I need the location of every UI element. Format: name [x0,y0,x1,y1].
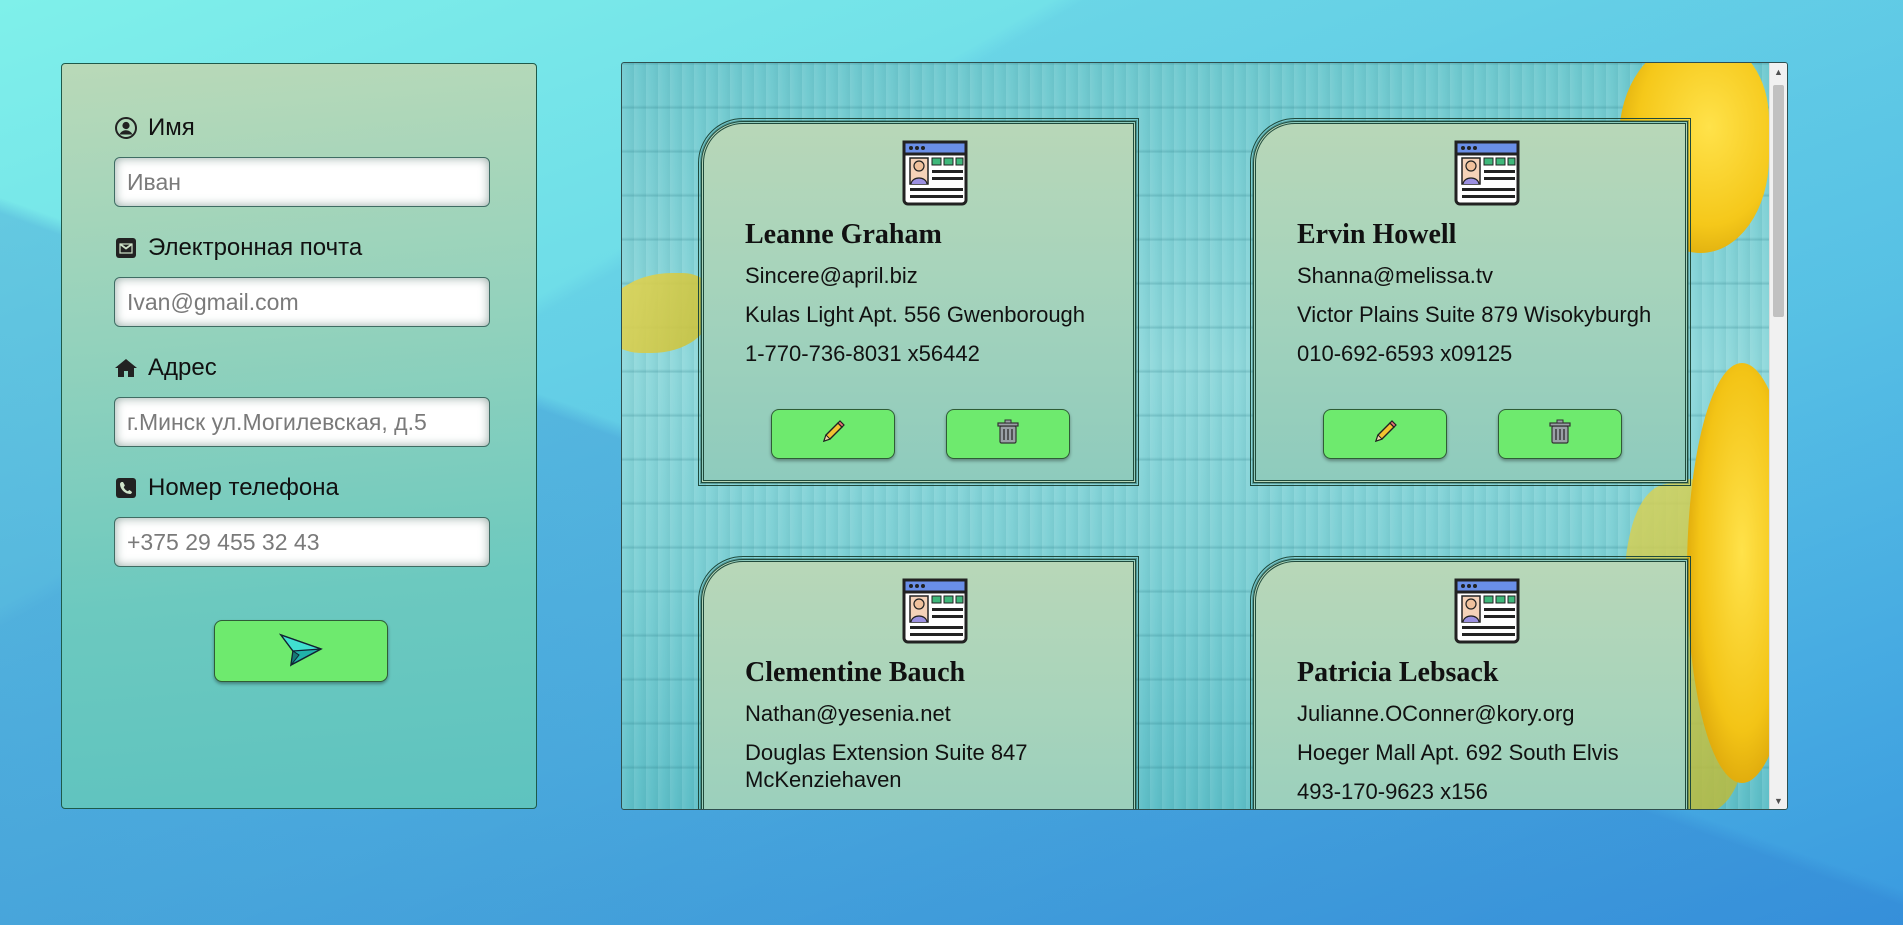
phone-label: Номер телефона [148,474,339,501]
pencil-icon [820,419,846,450]
home-icon [114,356,138,380]
trash-icon [1548,419,1572,450]
contact-email: Julianne.OConner@kory.org [1297,701,1575,726]
contact-card: Clementine Bauch Nathan@yesenia.net Doug… [698,556,1139,809]
scroll-up-arrow-icon[interactable]: ▲ [1770,63,1787,80]
scroll-down-arrow-icon[interactable]: ▼ [1770,792,1787,809]
contact-address: Kulas Light Apt. 556 Gwenborough [745,302,1086,327]
edit-button[interactable] [771,409,895,459]
phone-field-group: Номер телефона [114,471,490,567]
email-label-row: Электронная почта [114,231,490,265]
contact-address: Victor Plains Suite 879 Wisokyburgh [1297,302,1652,327]
phone-input[interactable] [114,517,490,567]
scroll-thumb[interactable] [1773,85,1784,317]
envelope-icon [114,236,138,260]
address-label-row: Адрес [114,351,490,385]
contact-card-icon [902,578,968,644]
contact-card-icon [1454,578,1520,644]
paper-plane-icon [278,629,323,674]
address-input[interactable] [114,397,490,447]
contact-card: Patricia Lebsack Julianne.OConner@kory.o… [1250,556,1691,809]
contact-name: Patricia Lebsack [1297,657,1499,688]
contact-email: Sincere@april.biz [745,263,918,288]
pencil-icon [1372,419,1398,450]
phone-icon [114,476,138,500]
submit-button[interactable] [214,620,388,682]
contact-phone: 1-770-736-8031 x56442 [745,341,980,366]
email-field-group: Электронная почта [114,231,490,327]
name-label: Имя [148,114,195,141]
name-field-group: Имя [114,111,490,207]
contact-form-panel: Имя Электронная почта Адрес Номер телефо… [61,63,537,809]
contact-email: Shanna@melissa.tv [1297,263,1493,288]
user-circle-icon [114,116,138,140]
trash-icon [996,419,1020,450]
name-input[interactable] [114,157,490,207]
contact-card-icon [1454,140,1520,206]
delete-button[interactable] [1498,409,1622,459]
contact-name: Ervin Howell [1297,219,1457,250]
phone-label-row: Номер телефона [114,471,490,505]
delete-button[interactable] [946,409,1070,459]
contact-email: Nathan@yesenia.net [745,701,951,726]
contact-phone: 010-692-6593 x09125 [1297,341,1513,366]
edit-button[interactable] [1323,409,1447,459]
contact-card: Ervin Howell Shanna@melissa.tv Victor Pl… [1250,118,1691,486]
email-input[interactable] [114,277,490,327]
address-field-group: Адрес [114,351,490,447]
contact-name: Leanne Graham [745,219,942,250]
contact-address: Douglas Extension Suite 847 McKenziehave… [745,740,1028,792]
background-leaf [622,273,712,353]
contact-phone: 493-170-9623 x156 [1297,779,1488,804]
address-label: Адрес [148,354,217,381]
contact-address: Hoeger Mall Apt. 692 South Elvis [1297,740,1619,765]
contacts-list-panel: Leanne Graham Sincere@april.biz Kulas Li… [621,62,1788,810]
vertical-scrollbar[interactable]: ▲ ▼ [1769,63,1787,809]
contact-card-icon [902,140,968,206]
contact-name: Clementine Bauch [745,657,966,688]
contact-card: Leanne Graham Sincere@april.biz Kulas Li… [698,118,1139,486]
email-label: Электронная почта [148,234,363,261]
name-label-row: Имя [114,111,490,145]
